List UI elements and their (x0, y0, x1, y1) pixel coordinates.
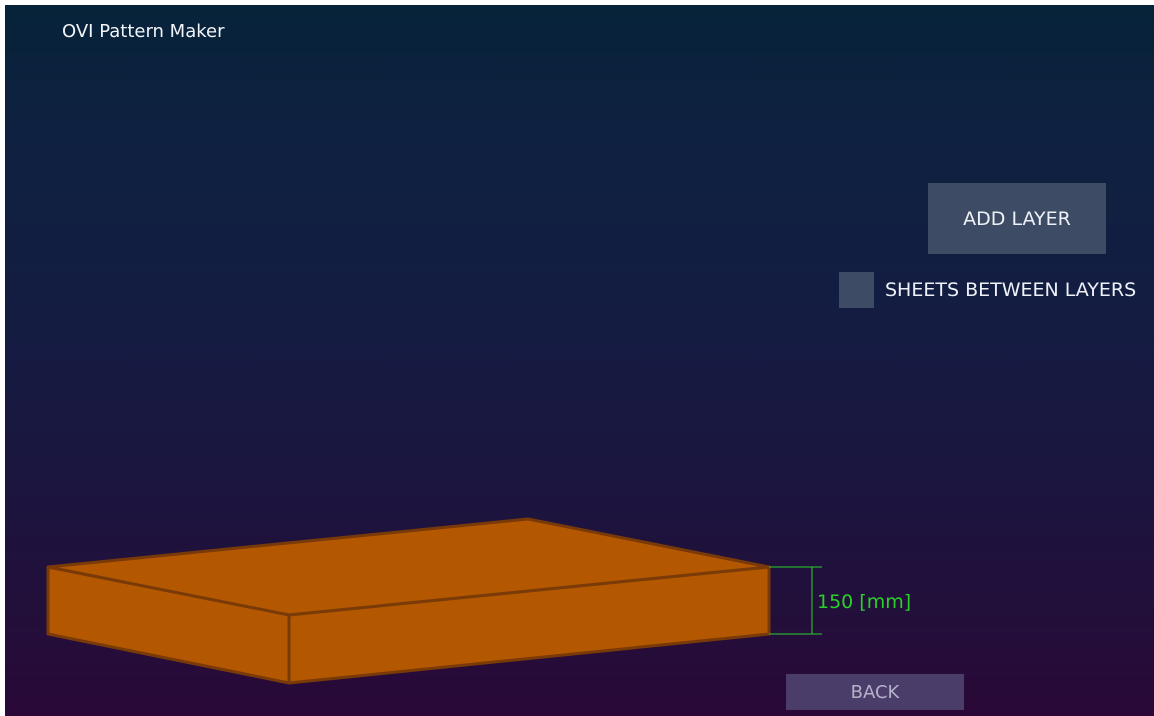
pallet-height-label: 150 [mm] (817, 591, 912, 613)
app-window: OVI Pattern Maker ADD LAYER SHEETS BETWE… (5, 5, 1154, 716)
pallet-view (46, 517, 822, 685)
back-button[interactable]: BACK (786, 674, 964, 710)
height-dimension-marker (769, 566, 822, 635)
